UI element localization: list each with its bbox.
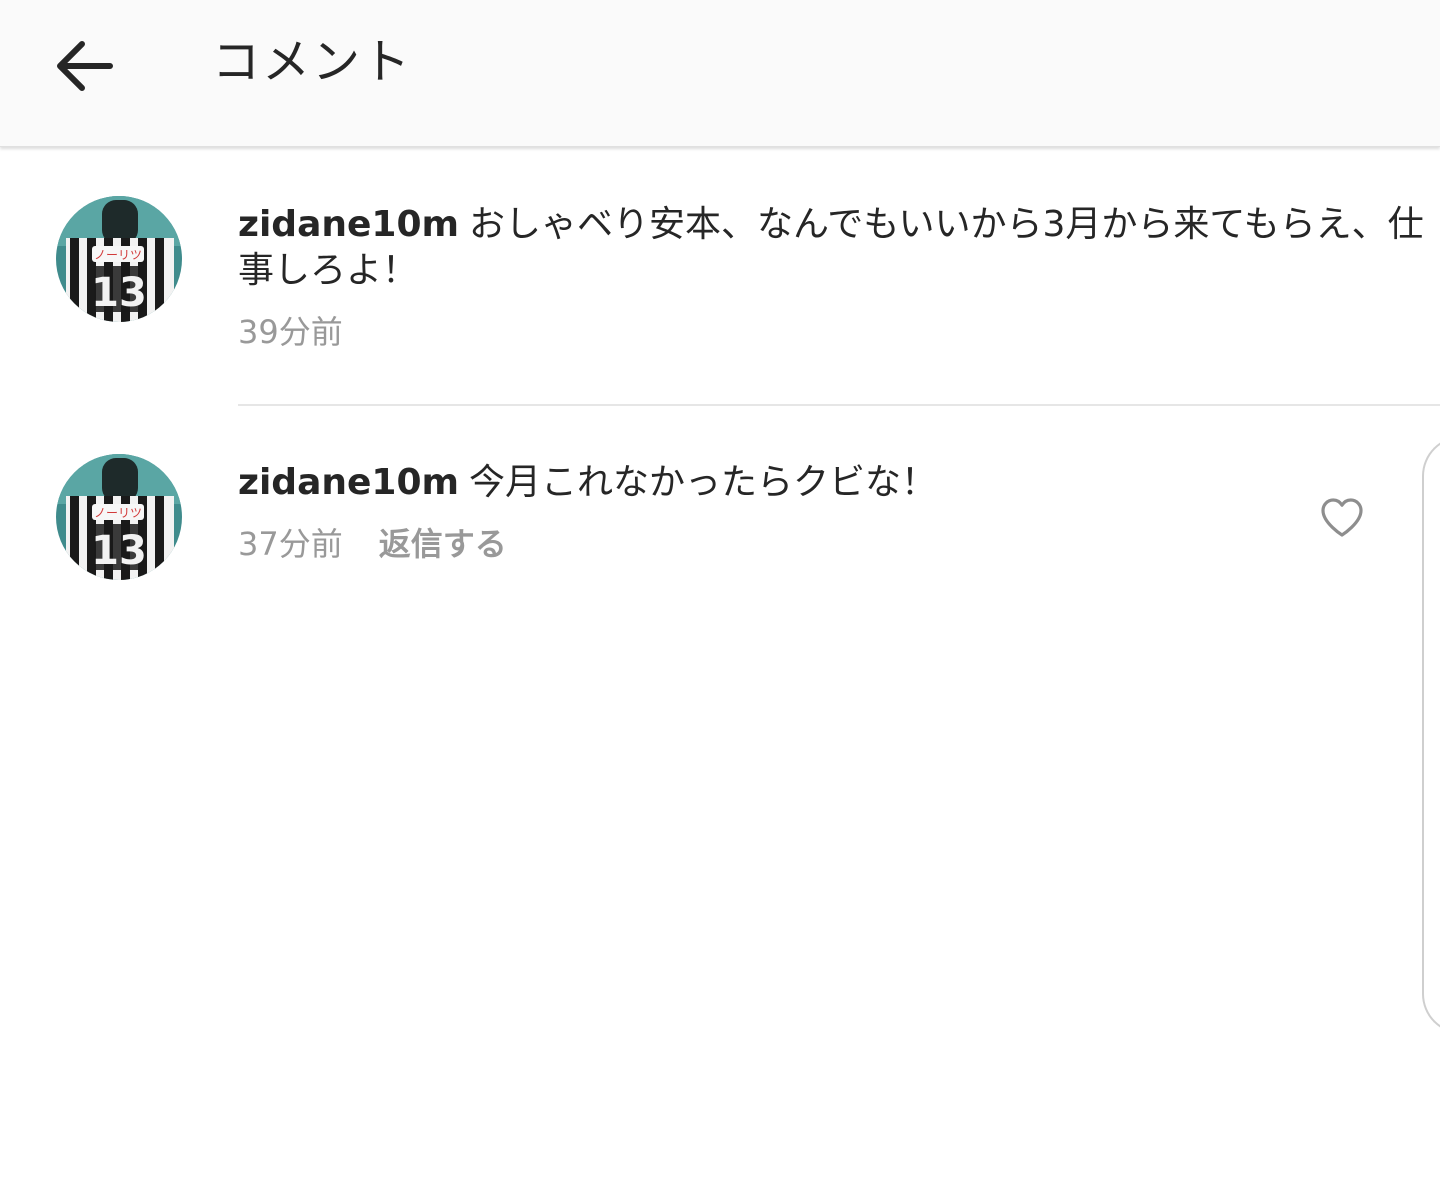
jersey-name: ノーリツ xyxy=(94,506,142,520)
back-button[interactable] xyxy=(40,26,128,106)
comment-text: zidane10m おしゃベり安本、なんでもいいから3月から来てもらえ、仕事しろよ… xyxy=(238,202,1428,294)
jersey-name: ノーリツ xyxy=(94,248,142,262)
edge-panel-handle[interactable] xyxy=(1422,436,1440,1034)
comment-username[interactable]: zidane10m xyxy=(238,462,459,503)
heart-outline-icon xyxy=(1321,498,1363,537)
avatar[interactable]: ノーリツ 13 xyxy=(56,454,182,580)
comment-meta: 39分前 xyxy=(238,312,1428,352)
jersey-number: 13 xyxy=(91,528,147,574)
arrow-left-icon xyxy=(57,41,113,91)
avatar-image: ノーリツ 13 xyxy=(56,196,182,322)
like-button[interactable] xyxy=(1318,494,1366,542)
comment-meta: 37分前 返信する xyxy=(238,524,1428,564)
comment-body: zidane10m 今月これなかったらクビな！ 37分前 返信する xyxy=(238,460,1428,564)
comment-text: zidane10m 今月これなかったらクビな！ xyxy=(238,460,1428,506)
comment-divider xyxy=(238,404,1440,406)
avatar[interactable]: ノーリツ 13 xyxy=(56,196,182,322)
page-title: コメント xyxy=(212,34,413,90)
comment-message: 今月これなかったらクビな！ xyxy=(469,462,938,503)
jersey-number: 13 xyxy=(91,270,147,316)
avatar-image: ノーリツ 13 xyxy=(56,454,182,580)
comment-timestamp: 39分前 xyxy=(238,313,343,351)
comment-username[interactable]: zidane10m xyxy=(238,204,459,245)
reply-button[interactable]: 返信する xyxy=(379,524,507,564)
comment-body: zidane10m おしゃベり安本、なんでもいいから3月から来てもらえ、仕事しろよ… xyxy=(238,202,1428,352)
comment-timestamp: 37分前 xyxy=(238,525,343,563)
top-app-bar: コメント xyxy=(0,0,1440,147)
